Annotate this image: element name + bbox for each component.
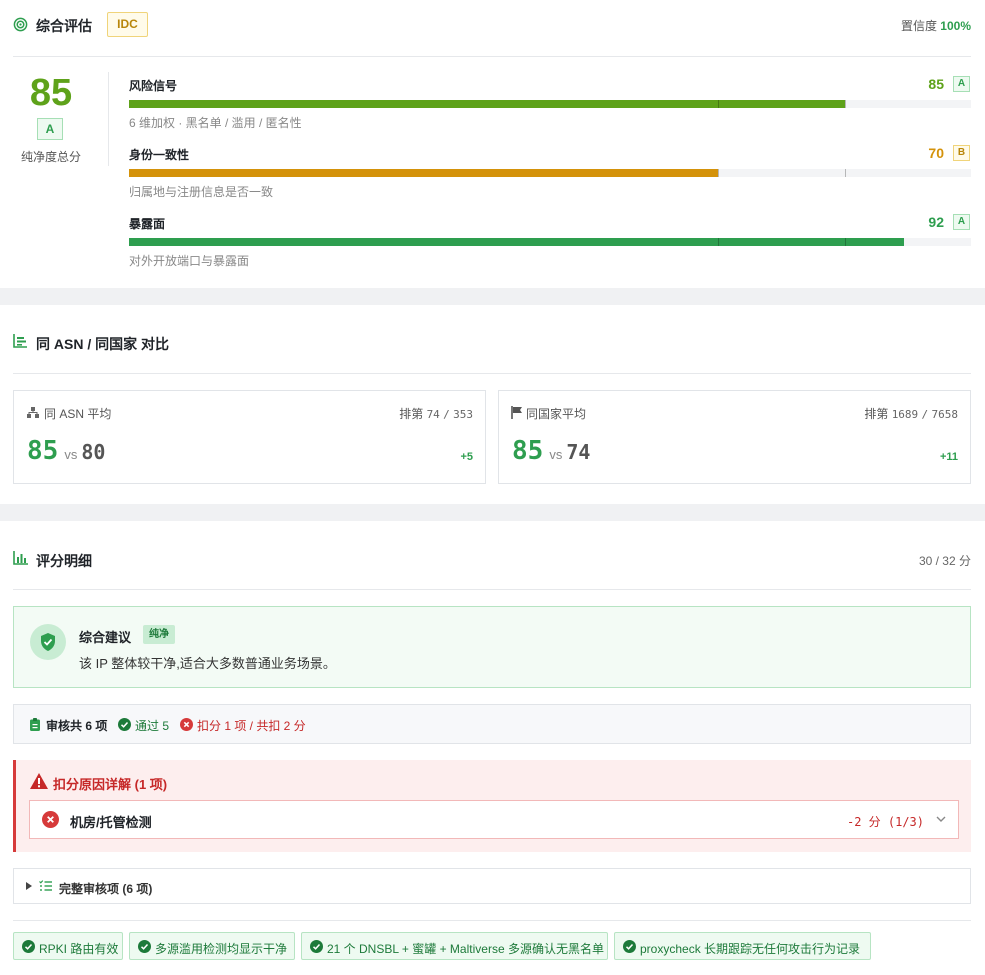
column-chart-icon [13, 551, 28, 565]
country-score: 85 vs 74 [512, 436, 590, 466]
deduction-details: 扣分原因详解 (1 项) 机房/托管检测 -2 分 (1/3) [13, 760, 971, 852]
shield-check-icon [30, 624, 66, 660]
full-audit-toggle[interactable]: 完整审核项 (6 项) [13, 868, 971, 904]
asn-rank: 排第 74 / 353 [399, 405, 473, 422]
total-grade: A [37, 118, 63, 140]
audit-total: 审核共 6 项 [46, 719, 108, 733]
full-audit-label: 完整审核项 (6 项) [59, 882, 153, 896]
compare-title: 同 ASN / 同国家 对比 [36, 336, 170, 352]
country-rank-label: 排第 [864, 407, 889, 421]
asn-compare-label: 同 ASN 平均 [44, 407, 112, 421]
metric-identity-bar [129, 169, 971, 177]
overview-title: 综合评估 [36, 18, 92, 34]
pill-rpki: RPKI 路由有效 [13, 932, 123, 960]
advice-text: 该 IP 整体较干净,适合大多数普通业务场景。 [79, 656, 336, 671]
check-circle-icon [623, 940, 636, 953]
pill-proxycheck-label: proxycheck 长期跟踪无任何攻击行为记录 [640, 942, 861, 956]
deduction-item-points: -2 分 (1/3) [846, 815, 924, 829]
asn-compare-card: 同 ASN 平均 排第 74 / 353 85 vs 80 +5 [13, 390, 486, 484]
metric-identity-bar-fill [129, 169, 719, 177]
asn-rank-label: 排第 [399, 407, 424, 421]
asn-rank-value: 74 [426, 408, 440, 421]
warning-icon [30, 773, 48, 789]
asn-ip-score: 85 [27, 436, 59, 466]
country-rank: 排第 1689 / 7658 [864, 405, 958, 422]
compare-panel: 同 ASN / 同国家 对比 同 ASN 平均 排第 74 / 353 85 vs… [0, 305, 985, 504]
x-circle-icon [42, 811, 59, 828]
overview-panel: 综合评估 IDC 置信度 100% 85 A 纯净度总分 风险信号 85 A 6… [0, 0, 985, 288]
flag-icon [511, 406, 522, 419]
check-circle-icon [138, 940, 151, 953]
pill-rpki-label: RPKI 路由有效 [39, 942, 119, 956]
check-circle-icon [310, 940, 323, 953]
total-score-label: 纯净度总分 [20, 150, 81, 164]
pill-dnsbl-label: 21 个 DNSBL + 蜜罐 + Maltiverse 多源确认无黑名单 [327, 942, 604, 956]
deduction-item-idc[interactable]: 机房/托管检测 -2 分 (1/3) [29, 800, 959, 839]
x-circle-icon [180, 718, 193, 731]
metric-exposure-value: 92 [928, 214, 944, 230]
metric-identity-grade: B [953, 145, 970, 161]
asn-rank-sep: / [443, 408, 450, 421]
metric-identity-name: 身份一致性 [129, 148, 190, 162]
caret-right-icon [26, 882, 32, 890]
asn-delta: +5 [460, 451, 473, 463]
country-compare-card: 同国家平均 排第 1689 / 7658 85 vs 74 +11 [498, 390, 971, 484]
pill-dnsbl: 21 个 DNSBL + 蜜罐 + Maltiverse 多源确认无黑名单 [301, 932, 608, 960]
list-check-icon [39, 880, 52, 891]
confidence-value: 100% [940, 19, 971, 33]
idc-tag: IDC [107, 12, 148, 37]
chevron-down-icon[interactable] [936, 816, 946, 823]
metric-exposure-grade: A [953, 214, 970, 230]
pill-proxycheck: proxycheck 长期跟踪无任何攻击行为记录 [614, 932, 871, 960]
confidence-label: 置信度 [900, 19, 937, 33]
metric-risk-desc: 6 维加权 · 黑名单 / 滥用 / 匿名性 [129, 116, 302, 130]
metric-risk-value: 85 [928, 76, 944, 92]
country-vs: vs [549, 447, 563, 462]
confidence: 置信度 100% [901, 17, 971, 34]
metric-risk-grade: A [953, 76, 970, 92]
total-score: 85 [29, 72, 73, 114]
country-ip-score: 85 [512, 436, 544, 466]
asn-score: 85 vs 80 [27, 436, 105, 466]
metric-exposure-desc: 对外开放端口与暴露面 [129, 254, 250, 268]
metric-exposure-bar-fill [129, 238, 904, 246]
audit-deduct: 扣分 1 项 / 共扣 2 分 [197, 719, 306, 733]
metric-risk-name: 风险信号 [129, 79, 178, 93]
country-rank-total: 7658 [931, 408, 959, 421]
metric-exposure-bar [129, 238, 971, 246]
target-icon [13, 17, 28, 32]
metric-risk-bar-fill [129, 100, 845, 108]
audit-summary: 审核共 6 项 通过 5 扣分 1 项 / 共扣 2 分 [13, 704, 971, 744]
sitemap-icon [27, 407, 39, 418]
clean-badge: 纯净 [143, 625, 175, 644]
bar-chart-icon [13, 334, 27, 348]
metric-exposure-name: 暴露面 [129, 217, 166, 231]
deduction-title: 扣分原因详解 (1 项) [53, 777, 168, 792]
detail-panel: 评分明细 30 / 32 分 综合建议 纯净 该 IP 整体较干净,适合大多数普… [0, 521, 985, 975]
metric-identity-desc: 归属地与注册信息是否一致 [129, 185, 274, 199]
pill-abuse: 多源滥用检测均显示干净 [129, 932, 295, 960]
deduction-item-name: 机房/托管检测 [70, 815, 152, 830]
clipboard-icon [30, 718, 40, 731]
asn-rank-total: 353 [453, 408, 473, 421]
detail-title: 评分明细 [36, 553, 92, 569]
check-circle-icon [118, 718, 131, 731]
asn-avg-score: 80 [81, 440, 106, 464]
metric-risk-bar [129, 100, 971, 108]
pill-abuse-label: 多源滥用检测均显示干净 [155, 942, 288, 956]
asn-vs: vs [64, 447, 78, 462]
country-rank-sep: / [921, 408, 929, 421]
metric-identity-value: 70 [928, 145, 944, 161]
country-compare-label: 同国家平均 [526, 407, 587, 421]
audit-pass: 通过 5 [135, 719, 170, 733]
detail-points: 30 / 32 分 [918, 554, 971, 568]
country-rank-value: 1689 [891, 408, 919, 421]
advice-card: 综合建议 纯净 该 IP 整体较干净,适合大多数普通业务场景。 [13, 606, 971, 688]
country-delta: +11 [939, 451, 958, 463]
advice-title: 综合建议 [79, 630, 132, 645]
check-circle-icon [22, 940, 35, 953]
country-avg-score: 74 [566, 440, 591, 464]
